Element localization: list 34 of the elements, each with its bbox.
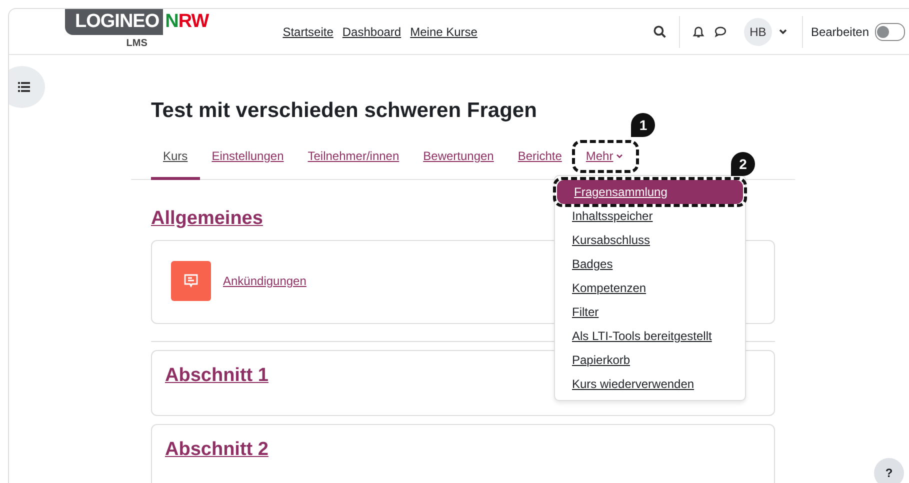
- section-heading[interactable]: Allgemeines: [151, 208, 263, 230]
- nav-link[interactable]: Startseite: [282, 24, 334, 38]
- step-badge: 1: [631, 113, 656, 137]
- menu-item[interactable]: Papierkorb: [555, 348, 745, 372]
- nav-tab[interactable]: Einstellungen: [200, 143, 296, 180]
- menu-item[interactable]: Fragensammlung: [557, 180, 743, 204]
- nav-link[interactable]: Meine Kurse: [410, 24, 478, 38]
- nav-tab[interactable]: Bewertungen: [411, 143, 506, 180]
- edit-mode-label: Bearbeiten: [810, 24, 869, 38]
- forum-icon: [171, 261, 211, 301]
- menu-item[interactable]: Kursabschluss: [555, 228, 745, 252]
- nav-tab[interactable]: Berichte: [506, 143, 574, 180]
- nav-link[interactable]: Dashboard: [342, 24, 402, 38]
- menu-item[interactable]: Kurs wiederverwenden: [555, 372, 745, 396]
- menu-item[interactable]: Filter: [555, 300, 745, 324]
- list-icon: [18, 82, 30, 92]
- help-button[interactable]: ?: [874, 458, 904, 483]
- menu-item[interactable]: Als LTI-Tools bereitgestellt: [555, 324, 745, 348]
- menu-item[interactable]: Badges: [555, 252, 745, 276]
- section-heading[interactable]: Abschnitt 2: [165, 439, 268, 461]
- nav-tab[interactable]: Kurs: [151, 143, 200, 180]
- menu-item[interactable]: Inhaltsspeicher: [555, 204, 745, 228]
- nav-tab[interactable]: Teilnehmer/innen: [296, 143, 412, 180]
- section-heading[interactable]: Abschnitt 1: [165, 365, 268, 387]
- nav-tab[interactable]: Mehr: [574, 143, 636, 180]
- logo[interactable]: LOGINEO NRW LMS: [61, 9, 213, 50]
- step-badge: 2: [731, 152, 755, 176]
- course-title: Test mit verschieden schweren Fragen: [151, 99, 538, 123]
- activity-link[interactable]: Ankündigungen: [223, 274, 306, 288]
- user-avatar[interactable]: HB: [744, 18, 772, 46]
- caret-icon: [616, 154, 624, 158]
- drawer-toggle-button[interactable]: [9, 66, 45, 108]
- menu-item[interactable]: Kompetenzen: [555, 276, 745, 300]
- edit-mode-switch[interactable]: [875, 22, 905, 40]
